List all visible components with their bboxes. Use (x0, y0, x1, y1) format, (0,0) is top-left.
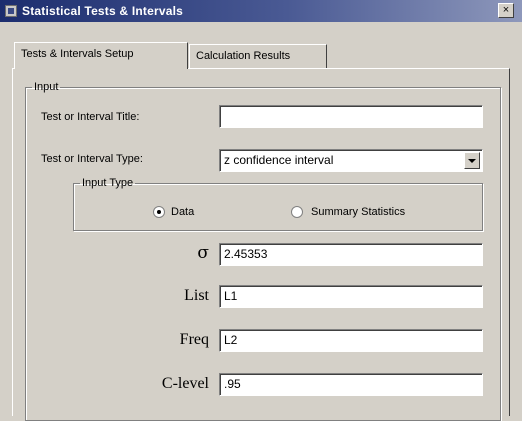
title-label: Test or Interval Title: (41, 111, 140, 123)
clevel-input[interactable]: .95 (219, 373, 483, 396)
sigma-label: σ (197, 243, 209, 263)
sigma-input[interactable]: 2.45353 (219, 243, 483, 266)
type-select-value: z confidence interval (224, 153, 334, 167)
type-label: Test or Interval Type: (41, 153, 143, 165)
input-type-legend: Input Type (82, 177, 134, 189)
title-bar: Statistical Tests & Intervals × (0, 0, 522, 22)
tab-calculation-results[interactable]: Calculation Results (189, 44, 327, 68)
app-icon (5, 5, 17, 17)
freq-label: Freq (179, 331, 209, 348)
list-label: List (184, 287, 209, 304)
tab-panel: Input Test or Interval Title: Test or In… (12, 68, 510, 421)
type-select[interactable]: z confidence interval (219, 149, 483, 172)
input-type-group: Input Type (73, 177, 483, 231)
radio-data-label[interactable]: Data (171, 206, 194, 218)
radio-data[interactable] (153, 206, 165, 218)
title-input[interactable] (219, 105, 483, 128)
freq-input[interactable]: L2 (219, 329, 483, 352)
clevel-label: C-level (161, 375, 209, 392)
tab-tests-intervals-setup[interactable]: Tests & Intervals Setup (14, 42, 188, 69)
input-group-legend: Input (34, 81, 59, 93)
window-title: Statistical Tests & Intervals (22, 4, 183, 18)
list-input[interactable]: L1 (219, 285, 483, 308)
radio-summary-statistics-label[interactable]: Summary Statistics (311, 206, 405, 218)
close-button[interactable]: × (498, 3, 514, 18)
radio-summary-statistics[interactable] (291, 206, 303, 218)
chevron-down-icon[interactable] (464, 152, 480, 169)
